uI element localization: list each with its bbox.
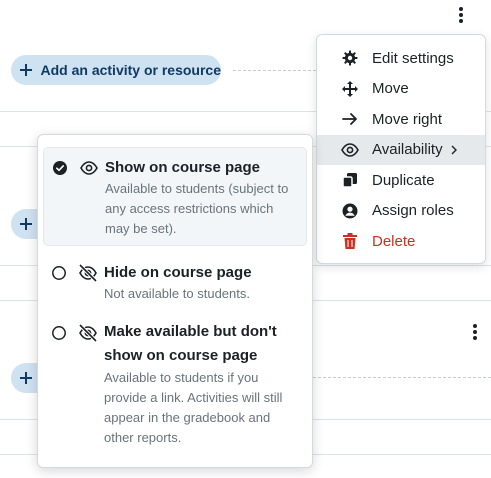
add-activity-label: Add an activity or resource (40, 62, 221, 78)
availability-option-hide[interactable]: Hide on course page Not available to stu… (43, 257, 307, 307)
add-activity-button[interactable]: Add an activity or resource (11, 55, 221, 85)
kebab-vertical-icon (473, 324, 477, 340)
option-title: Hide on course page (104, 264, 252, 281)
availability-option-show[interactable]: Show on course page Available to student… (43, 147, 307, 246)
section-actions-button[interactable] (466, 321, 484, 343)
menu-item-move-right[interactable]: Move right (317, 104, 485, 135)
dashed-separator (233, 70, 316, 71)
menu-item-label: Move (372, 80, 409, 98)
eye-icon (341, 141, 359, 159)
menu-item-label: Move right (372, 110, 443, 128)
menu-item-label: Edit settings (372, 49, 454, 67)
eye-slash-icon (78, 324, 98, 342)
menu-item-assign-roles[interactable]: Assign roles (317, 196, 485, 227)
dashed-separator (313, 377, 491, 378)
radio-unchecked-icon (52, 266, 66, 280)
menu-item-edit-settings[interactable]: Edit settings (317, 43, 485, 74)
menu-item-label: Assign roles (372, 202, 454, 220)
option-description: Available to students (subject to any ac… (105, 181, 289, 236)
user-circle-icon (341, 202, 359, 220)
menu-item-move[interactable]: Move (317, 74, 485, 105)
gear-icon (341, 49, 359, 67)
move-arrows-icon (341, 80, 359, 98)
arrow-right-icon (341, 110, 359, 128)
menu-item-duplicate[interactable]: Duplicate (317, 165, 485, 196)
radio-unchecked-icon (52, 326, 66, 340)
plus-icon (11, 64, 40, 76)
section-action-menu: Edit settings Move Move right Availabili… (316, 34, 486, 264)
kebab-vertical-icon (459, 7, 463, 23)
option-description: Available to students if you provide a l… (104, 370, 283, 445)
availability-submenu: Show on course page Available to student… (37, 134, 313, 468)
trash-icon (341, 232, 359, 250)
availability-option-stealth[interactable]: Make available but don't show on course … (43, 319, 307, 449)
menu-item-label: Delete (372, 232, 416, 250)
menu-item-label: Duplicate (372, 171, 435, 189)
menu-item-delete[interactable]: Delete (317, 226, 485, 257)
menu-item-label: Availability (372, 141, 443, 159)
chevron-right-icon (451, 145, 457, 155)
option-title: Make available but don't show on course … (104, 323, 277, 364)
option-description: Not available to students. (104, 286, 250, 301)
eye-icon (80, 161, 98, 175)
menu-item-availability[interactable]: Availability (317, 134, 485, 165)
duplicate-icon (341, 171, 359, 189)
section-actions-button[interactable] (452, 4, 470, 26)
option-title: Show on course page (105, 159, 261, 176)
eye-slash-icon (78, 264, 98, 282)
radio-checked-icon (53, 161, 67, 175)
